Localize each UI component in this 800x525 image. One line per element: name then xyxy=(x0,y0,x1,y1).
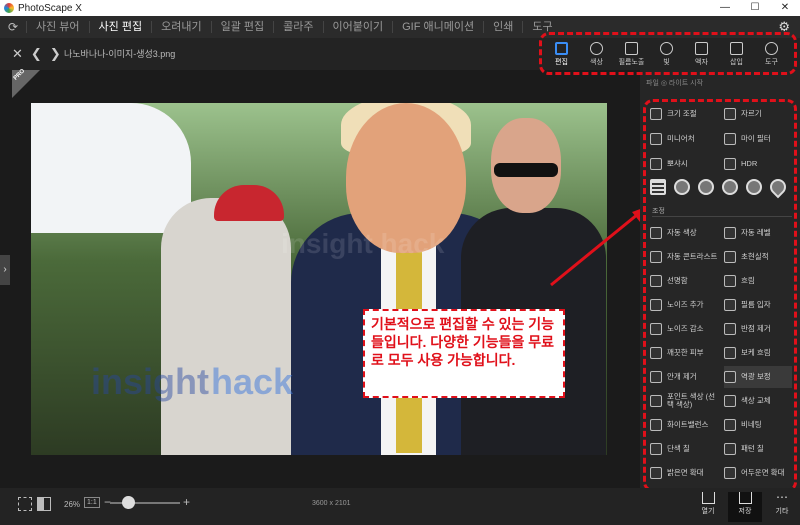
highlight-panel xyxy=(643,99,797,492)
annotation-callout: 기본적으로 편집할 수 있는 기능들입니다. 다양한 기능들을 무료로 모두 사… xyxy=(363,309,565,398)
file-name: 나노바나나-이미지-생성3.png xyxy=(64,49,176,59)
tab-gif[interactable]: GIF 애니메이션 xyxy=(392,21,483,33)
photo-red-cap xyxy=(214,185,284,221)
close-window-button[interactable]: ✕ xyxy=(770,0,800,16)
app-title: PhotoScape X xyxy=(18,2,82,14)
tab-print[interactable]: 인쇄 xyxy=(483,21,522,33)
tab-viewer[interactable]: 사진 뷰어 xyxy=(26,21,89,33)
open-icon xyxy=(701,492,715,504)
watermark-center: insight hack xyxy=(281,228,445,259)
status-bar: 26% 1:1 − + 3600 x 2101 열기 저장 ⋯ 기타 xyxy=(0,488,800,525)
photo-tent xyxy=(31,103,191,233)
tab-collage[interactable]: 콜라주 xyxy=(273,21,322,33)
photo-person-left xyxy=(161,198,291,455)
next-icon[interactable]: ❯ xyxy=(50,46,61,62)
title-bar: PhotoScape X — ☐ ✕ xyxy=(0,0,800,16)
compare-icon[interactable] xyxy=(37,497,51,511)
minimize-button[interactable]: — xyxy=(710,0,740,16)
app-logo-icon xyxy=(4,3,14,13)
open-label: 열기 xyxy=(701,508,715,515)
save-button[interactable]: 저장 xyxy=(728,492,762,522)
zoom-slider[interactable] xyxy=(110,502,180,504)
more-icon: ⋯ xyxy=(776,490,788,504)
panel-strip: 파일 ◎ 라이트 시작 xyxy=(646,80,704,87)
actual-size-button[interactable]: 1:1 xyxy=(84,497,100,508)
save-label: 저장 xyxy=(738,508,752,515)
more-label: 기타 xyxy=(775,508,789,515)
edited-photo[interactable]: insight hack insight hack xyxy=(31,103,607,455)
tab-editor[interactable]: 사진 편집 xyxy=(88,21,152,33)
zoom-in-icon[interactable]: + xyxy=(183,495,190,509)
maximize-button[interactable]: ☐ xyxy=(740,0,770,16)
photo-person-right xyxy=(461,118,606,455)
tab-combine[interactable]: 이어붙이기 xyxy=(322,21,393,33)
callout-text: 기본적으로 편집할 수 있는 기능들입니다. 다양한 기능들을 무료로 모두 사… xyxy=(371,316,554,368)
more-button[interactable]: ⋯ 기타 xyxy=(765,490,799,516)
save-icon xyxy=(738,492,752,504)
close-icon[interactable]: ✕ xyxy=(12,46,23,62)
zoom-level: 26% xyxy=(64,500,81,509)
prev-icon[interactable]: ❮ xyxy=(31,46,42,62)
side-panel-handle[interactable]: › xyxy=(0,255,10,285)
tab-cutout[interactable]: 오려내기 xyxy=(151,21,210,33)
home-icon[interactable]: ⟳ xyxy=(0,20,26,34)
highlight-tools xyxy=(539,32,797,75)
tab-batch[interactable]: 일괄 편집 xyxy=(210,21,274,33)
watermark-insight: insight xyxy=(91,361,209,402)
zoom-slider-handle[interactable] xyxy=(122,496,135,509)
open-button[interactable]: 열기 xyxy=(691,492,725,516)
fit-icon[interactable] xyxy=(18,497,32,511)
image-dimensions: 3600 x 2101 xyxy=(312,500,351,507)
watermark-hack: hack xyxy=(211,361,294,402)
